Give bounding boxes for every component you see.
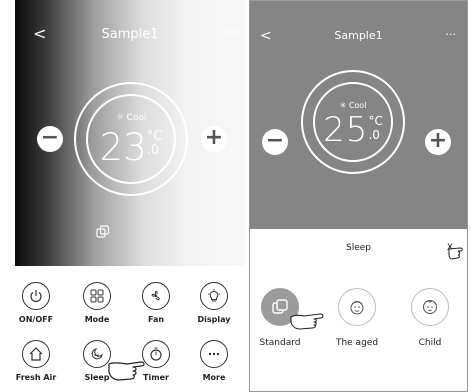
mode-indicator: ☼ Cool <box>88 113 174 123</box>
temperature-dial: ☼ Cool 23°C .0 <box>74 82 188 196</box>
temperature-value: 25 <box>323 110 369 150</box>
temperature-decimal: .0 <box>146 143 160 158</box>
sleep-option-label: The aged <box>335 338 379 348</box>
fan-button[interactable]: Fan <box>133 282 179 324</box>
temperature-value: 23 <box>99 126 147 169</box>
device-title: Sample1 <box>101 27 159 42</box>
more-menu-button[interactable]: ... <box>446 25 457 38</box>
sleep-face-icon <box>91 348 103 360</box>
fresh-air-button[interactable]: Fresh Air <box>15 340 59 382</box>
aged-face-icon <box>350 301 364 315</box>
mode-label: Cool <box>348 101 367 110</box>
right-phone-screen: < Sample1 ... ✳ Cool 25°C .0 − + Sleep X … <box>249 0 468 392</box>
temperature-readout: 25°C .0 <box>315 110 391 150</box>
fresh-air-label: Fresh Air <box>15 373 57 382</box>
more-menu-button[interactable]: ooo <box>221 27 237 38</box>
more-label: More <box>202 373 226 382</box>
pointing-hand-icon <box>290 313 324 330</box>
display-label: Display <box>197 315 231 324</box>
sleep-option-child[interactable]: Child <box>395 288 465 348</box>
temperature-unit: °C <box>146 129 163 144</box>
mode-label: Cool <box>126 113 147 123</box>
snowflake-icon: ✳ <box>339 101 347 110</box>
power-icon <box>30 290 42 303</box>
copy-icon[interactable] <box>96 225 110 239</box>
onoff-button[interactable]: ON/OFF <box>15 282 59 324</box>
temperature-dial: ✳ Cool 25°C .0 <box>301 70 405 174</box>
onoff-label: ON/OFF <box>18 315 54 324</box>
mode-button-label: Mode <box>84 315 110 324</box>
sleep-panel-header: Sleep X <box>250 229 467 264</box>
temperature-decimal: .0 <box>368 128 380 142</box>
increase-temp-button[interactable]: + <box>201 126 227 152</box>
child-face-icon <box>423 300 437 314</box>
left-phone-screen: < Sample1 ooo ☼ Cool 23°C .0 − + ON/OFF M… <box>15 0 245 392</box>
decrease-temp-button[interactable]: − <box>262 129 288 155</box>
sleep-option-label: Standard <box>259 338 301 348</box>
device-title: Sample1 <box>334 29 383 42</box>
temperature-unit: °C <box>368 114 383 128</box>
pointing-hand-icon <box>448 247 463 260</box>
mode-indicator: ✳ Cool <box>315 101 391 110</box>
sun-icon: ☼ <box>115 113 124 123</box>
more-dots-icon <box>208 352 220 356</box>
temperature-dial-inner: ☼ Cool 23°C .0 <box>86 94 176 184</box>
increase-temp-button[interactable]: + <box>425 129 451 155</box>
pointing-hand-icon <box>108 361 145 381</box>
fan-label: Fan <box>147 315 165 324</box>
bulb-icon <box>208 289 220 302</box>
standard-sleep-icon <box>272 299 288 314</box>
fan-icon <box>151 291 160 301</box>
sleep-panel-title: Sleep <box>345 243 371 253</box>
mode-grid-icon <box>90 289 104 303</box>
mode-button[interactable]: Mode <box>74 282 120 324</box>
sleep-options: Standard The aged Child <box>250 263 467 391</box>
sleep-option-aged[interactable]: The aged <box>322 288 392 348</box>
sleep-option-label: Child <box>418 338 442 348</box>
house-icon <box>29 347 43 361</box>
temperature-dial-inner: ✳ Cool 25°C .0 <box>313 82 393 162</box>
more-button[interactable]: More <box>191 340 237 382</box>
decrease-temp-button[interactable]: − <box>37 126 63 152</box>
display-button[interactable]: Display <box>191 282 237 324</box>
temperature-readout: 23°C .0 <box>88 126 174 169</box>
